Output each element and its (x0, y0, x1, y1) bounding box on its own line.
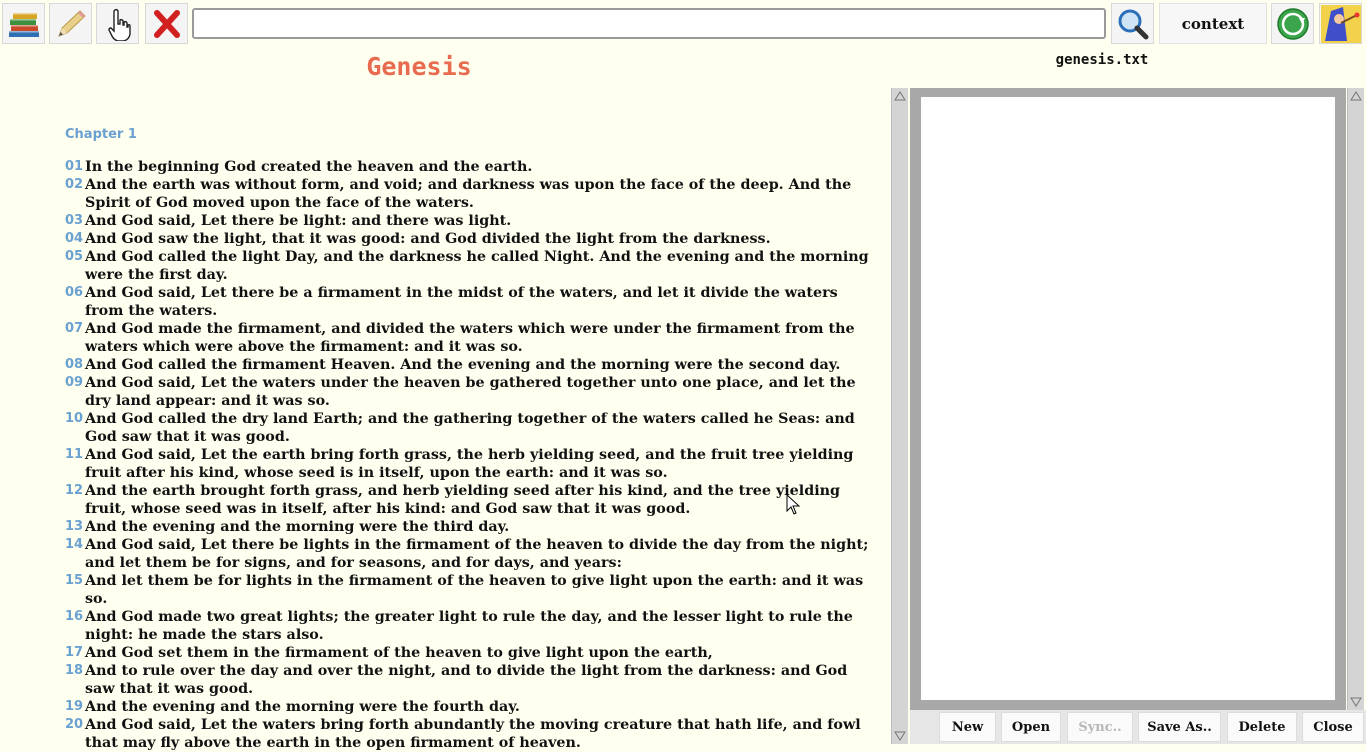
verse-number: 01 (65, 159, 84, 174)
editor-scroll-down-arrow-icon[interactable] (1348, 694, 1364, 710)
verse-text: And God said, Let the waters bring forth… (85, 717, 861, 751)
close-icon (153, 9, 180, 38)
verse-number: 02 (65, 177, 84, 192)
verse-number: 06 (65, 285, 84, 300)
verse-number: 07 (65, 321, 84, 336)
verse-text: And the evening and the morning were the… (85, 519, 510, 535)
pencil-icon (57, 9, 86, 37)
refresh-button[interactable] (1271, 3, 1314, 44)
reader-scrollbar[interactable] (891, 88, 908, 744)
verse-row: 15 And let them be for lights in the firm… (65, 572, 880, 608)
verse-number: 16 (65, 609, 84, 624)
verse-number: 15 (65, 573, 84, 588)
library-button[interactable] (2, 3, 45, 44)
search-input[interactable] (192, 8, 1106, 39)
verse-text: And to rule over the day and over the ni… (85, 663, 848, 697)
verse-text: And the earth was without form, and void… (85, 177, 852, 211)
verse-number: 04 (65, 231, 84, 246)
context-button[interactable]: context (1159, 3, 1267, 44)
verse-number: 09 (65, 375, 84, 390)
file-editor[interactable] (921, 97, 1335, 700)
verse-text: In the beginning God created the heaven … (85, 159, 533, 175)
cancel-button[interactable] (145, 3, 188, 44)
verse-text: And God said, Let the earth bring forth … (85, 447, 854, 481)
editor-scrollbar[interactable] (1347, 88, 1364, 710)
pointer-button[interactable] (96, 3, 139, 44)
verse-text: And the earth brought forth grass, and h… (85, 483, 841, 517)
verse-text: And God set them in the firmament of the… (85, 645, 713, 661)
verse-number: 20 (65, 717, 84, 732)
verse-row: 12 And the earth brought forth grass, and… (65, 482, 880, 518)
close-button[interactable]: Close (1302, 712, 1364, 742)
wizard-button[interactable] (1319, 3, 1362, 44)
verse-list: 01 In the beginning God created the heave… (65, 158, 880, 752)
pointing-hand-icon (107, 8, 131, 41)
verse-text: And God called the firmament Heaven. And… (85, 357, 841, 373)
verse-number: 08 (65, 357, 84, 372)
new-button[interactable]: New (939, 712, 996, 742)
scroll-up-arrow-icon[interactable] (892, 88, 908, 104)
verse-text: And God called the dry land Earth; and t… (85, 411, 855, 445)
wizard-icon (1320, 4, 1361, 43)
verse-number: 19 (65, 699, 84, 714)
refresh-icon (1276, 7, 1309, 40)
verse-number: 18 (65, 663, 84, 678)
mouse-cursor-icon (786, 494, 800, 515)
verse-number: 05 (65, 249, 84, 264)
verse-row: 10 And God called the dry land Earth; and… (65, 410, 880, 446)
open-button[interactable]: Open (1001, 712, 1061, 742)
verse-text: And God made two great lights; the great… (85, 609, 853, 643)
verse-row: 19 And the evening and the morning were t… (65, 698, 880, 716)
verse-row: 05 And God called the light Day, and the … (65, 248, 880, 284)
verse-row: 04 And God saw the light, that it was goo… (65, 230, 880, 248)
verse-number: 11 (65, 447, 84, 462)
save-as-button[interactable]: Save As.. (1138, 712, 1221, 742)
verse-row: 07 And God made the firmament, and divide… (65, 320, 880, 356)
verse-text: And God said, Let the waters under the h… (85, 375, 856, 409)
verse-row: 14 And God said, Let there be lights in t… (65, 536, 880, 572)
verse-row: 11 And God said, Let the earth bring fort… (65, 446, 880, 482)
sync-button[interactable]: Sync.. (1067, 712, 1133, 742)
verse-row: 17 And God set them in the firmament of t… (65, 644, 880, 662)
verse-number: 17 (65, 645, 84, 660)
verse-row: 08 And God called the firmament Heaven. A… (65, 356, 880, 374)
verse-row: 13 And the evening and the morning were t… (65, 518, 880, 536)
verse-row: 02 And the earth was without form, and vo… (65, 176, 880, 212)
books-icon (8, 12, 39, 37)
verse-text: And God saw the light, that it was good:… (85, 231, 771, 247)
verse-text: And God made the firmament, and divided … (85, 321, 855, 355)
verse-text: And God called the light Day, and the da… (85, 249, 869, 283)
magnifier-icon (1118, 9, 1148, 39)
verse-row: 03 And God said, Let there be light: and … (65, 212, 880, 230)
edit-button[interactable] (49, 3, 92, 44)
verse-row: 16 And God made two great lights; the gre… (65, 608, 880, 644)
verse-number: 14 (65, 537, 84, 552)
book-title: Genesis (366, 52, 472, 81)
search-button[interactable] (1111, 3, 1154, 44)
chapter-label: Chapter 1 (65, 127, 137, 142)
verse-number: 12 (65, 483, 84, 498)
scroll-down-arrow-icon[interactable] (892, 728, 908, 744)
verse-text: And God said, Let there be lights in the… (85, 537, 869, 571)
editor-scroll-up-arrow-icon[interactable] (1348, 88, 1364, 104)
verse-text: And let them be for lights in the firmam… (85, 573, 864, 607)
verse-row: 09 And God said, Let the waters under the… (65, 374, 880, 410)
verse-number: 03 (65, 213, 84, 228)
delete-button[interactable]: Delete (1227, 712, 1297, 742)
toolbar: context (0, 0, 1366, 48)
verse-number: 10 (65, 411, 84, 426)
verse-row: 01 In the beginning God created the heave… (65, 158, 880, 176)
file-name: genesis.txt (1055, 52, 1149, 68)
verse-row: 06 And God said, Let there be a firmament… (65, 284, 880, 320)
verse-text: And God said, Let there be light: and th… (85, 213, 512, 229)
verse-text: And God said, Let there be a firmament i… (85, 285, 838, 319)
verse-row: 18 And to rule over the day and over the … (65, 662, 880, 698)
verse-text: And the evening and the morning were the… (85, 699, 520, 715)
verse-row: 20 And God said, Let the waters bring for… (65, 716, 880, 752)
verse-number: 13 (65, 519, 84, 534)
